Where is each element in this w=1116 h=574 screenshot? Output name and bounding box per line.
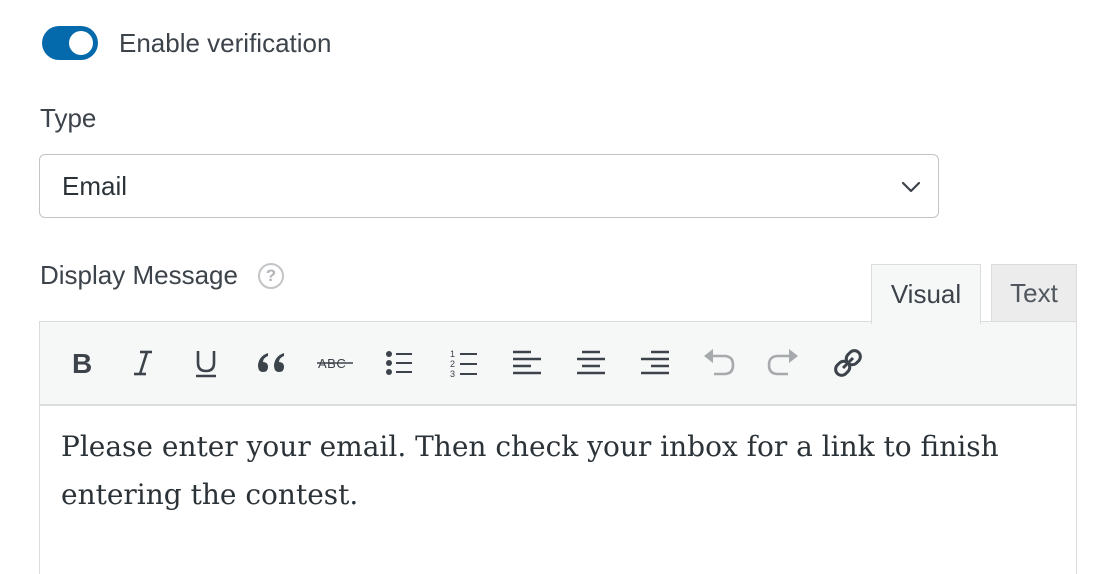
redo-icon [767, 349, 798, 376]
enable-verification-toggle[interactable] [42, 26, 98, 60]
align-right-button[interactable] [634, 342, 676, 384]
toggle-knob [69, 31, 93, 55]
verification-settings-panel: Enable verification Type Email Display M… [0, 0, 1116, 574]
tab-visual[interactable]: Visual [871, 264, 981, 324]
svg-text:1: 1 [450, 349, 455, 359]
type-select[interactable]: Email [39, 154, 939, 218]
italic-button[interactable] [122, 342, 164, 384]
bold-button[interactable]: B [60, 342, 102, 384]
question-circle-icon[interactable]: ? [257, 262, 284, 289]
numbered-list-icon: 1 2 3 [450, 349, 477, 378]
strikethrough-button[interactable]: ABC [314, 342, 356, 384]
undo-icon [704, 349, 735, 376]
align-center-icon [577, 350, 605, 375]
blockquote-icon [258, 353, 284, 372]
tab-text[interactable]: Text [991, 264, 1077, 322]
numbered-list-button[interactable]: 1 2 3 [443, 342, 485, 384]
display-message-label-row: Display Message ? [40, 260, 284, 291]
bold-icon: B [72, 349, 92, 377]
type-label: Type [40, 103, 97, 133]
type-select-value: Email [62, 170, 128, 201]
align-left-icon [513, 350, 541, 375]
svg-text:3: 3 [450, 369, 455, 378]
svg-text:B: B [72, 349, 92, 377]
editor-content[interactable]: Please enter your email. Then check your… [40, 406, 1076, 536]
svg-text:2: 2 [450, 359, 455, 369]
redo-button[interactable] [762, 342, 804, 384]
underline-button[interactable] [185, 342, 227, 384]
align-right-icon [641, 350, 669, 375]
bulleted-list-button[interactable] [378, 342, 420, 384]
strikethrough-icon: ABC [317, 356, 353, 371]
underline-icon [196, 351, 216, 378]
undo-button[interactable] [698, 342, 740, 384]
editor-toolbar: B ABC 1 2 3 [40, 322, 1076, 406]
message-editor: B ABC 1 2 3 Please enter your email. The… [39, 321, 1077, 574]
chevron-down-icon [901, 181, 921, 193]
display-message-label: Display Message [40, 260, 238, 290]
italic-icon [134, 350, 152, 376]
verification-toggle-row: Enable verification [42, 26, 331, 60]
align-left-button[interactable] [506, 342, 548, 384]
blockquote-button[interactable] [250, 342, 292, 384]
enable-verification-label: Enable verification [119, 27, 332, 58]
align-center-button[interactable] [570, 342, 612, 384]
link-button[interactable] [827, 342, 869, 384]
bulleted-list-icon [386, 351, 412, 375]
link-icon [834, 349, 862, 377]
